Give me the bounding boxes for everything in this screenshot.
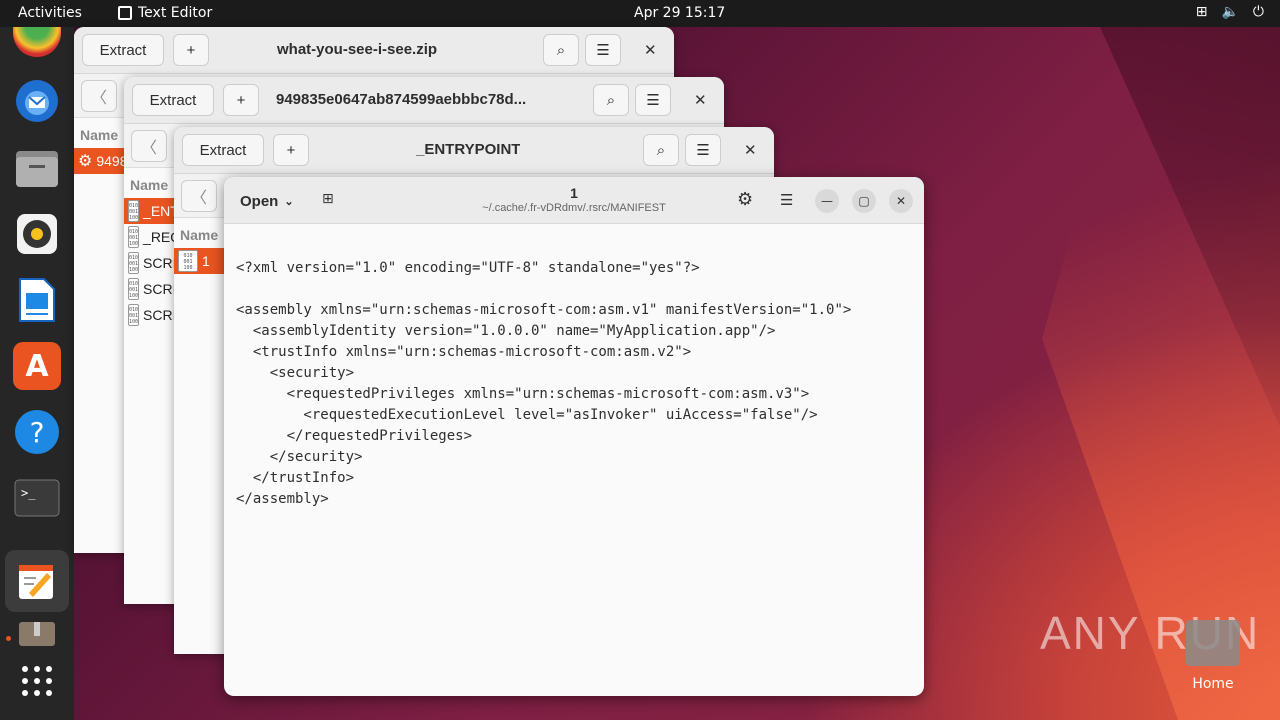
file-name: 1 [202,253,210,269]
list-item[interactable]: 010001100 SCRIPT [124,302,176,328]
menu-icon[interactable]: ☰ [635,84,671,116]
binary-file-icon: 010 001 100 [128,278,140,300]
settings-icon[interactable]: ⚙ [737,189,753,210]
terminal-icon[interactable]: >_ [13,474,61,522]
close-icon[interactable]: ✕ [889,189,913,213]
code-line: <?xml version="1.0" encoding="UTF-8" sta… [236,260,700,276]
text-area[interactable]: <?xml version="1.0" encoding="UTF-8" sta… [236,237,851,552]
column-name[interactable]: Name [80,127,118,143]
help-icon[interactable]: ? [13,408,61,456]
code-line: <requestedExecutionLevel level="asInvoke… [236,407,818,423]
file-name: SCRIPT [143,307,176,323]
code-line: </requestedPrivileges> [236,428,473,444]
app-name: Text Editor [138,5,213,21]
extract-button[interactable]: Extract [82,34,164,66]
add-button[interactable]: + [173,34,209,66]
binary-file-icon: 010 001 100 [128,200,140,222]
files-icon[interactable] [13,144,61,192]
thunderbird-icon[interactable] [13,77,61,125]
file-name: SCRIPT [143,281,176,297]
code-line: <requestedPrivileges xmlns="urn:schemas-… [236,386,810,402]
activities-button[interactable]: Activities [18,5,82,21]
gear-icon: ⚙ [78,153,93,170]
header-bar: Extract + what-you-see-i-see.zip ⌕ ☰ ✕ [74,27,674,74]
binary-file-icon: 010 001 100 [128,226,140,248]
binary-file-icon: 010 001 100 [128,304,140,326]
code-line: </assembly> [236,491,329,507]
file-name: _ENTRYPOINT [143,203,176,219]
close-icon[interactable]: ✕ [694,91,707,109]
home-label: Home [1192,676,1234,692]
rhythmbox-icon[interactable] [13,210,61,258]
power-icon: ⏻ [1252,4,1264,20]
menu-icon[interactable]: ☰ [585,34,621,66]
top-bar: Activities Text Editor Apr 29 15:17 ⊞ 🔈 … [0,0,1280,27]
volume-icon: 🔈 [1221,4,1239,20]
header-bar: Extract + _ENTRYPOINT ⌕ ☰ ✕ [174,127,774,174]
code-line: </trustInfo> [236,470,355,486]
app-center-icon[interactable]: A [13,342,61,390]
search-icon[interactable]: ⌕ [643,134,679,166]
dock: A ? >_ [0,27,74,720]
column-name[interactable]: Name [180,227,218,243]
clock[interactable]: Apr 29 15:17 [634,5,725,21]
list-item[interactable]: 010001100 SCRIPT [124,276,176,302]
desktop-home-folder[interactable]: Home [1184,620,1242,700]
archive-manager-icon[interactable] [13,617,61,647]
svg-text:>_: >_ [21,486,36,500]
maximize-icon[interactable]: ▢ [852,189,876,213]
text-editor-dock-icon[interactable] [5,550,69,612]
code-line: </security> [236,449,363,465]
app-menu[interactable]: Text Editor [118,5,212,21]
extract-button[interactable]: Extract [182,134,264,166]
menu-icon[interactable]: ☰ [780,191,793,209]
svg-text:?: ? [30,416,45,449]
list-item[interactable]: 010001100 _REQUEST [124,224,176,250]
window-title: what-you-see-i-see.zip [277,41,438,58]
file-name: _REQUEST [143,229,176,245]
window-title: _ENTRYPOINT [416,141,521,158]
back-icon[interactable]: 〈 [81,80,117,112]
network-icon: ⊞ [1195,4,1208,20]
code-line: <assemblyIdentity version="1.0.0.0" name… [236,323,776,339]
text-editor-icon [118,6,132,20]
menu-icon[interactable]: ☰ [685,134,721,166]
binary-file-icon: 010 001 100 [178,250,198,272]
show-apps-icon[interactable] [13,657,61,705]
window-title: 949835e0647ab874599aebbbc78d... [276,91,527,108]
search-icon[interactable]: ⌕ [543,34,579,66]
home-folder-icon [1186,620,1240,666]
back-icon[interactable]: 〈 [181,180,217,212]
list-item[interactable]: 010001100 _ENTRYPOINT [124,198,176,224]
file-name: SCRIPT [143,255,176,271]
writer-icon[interactable] [13,276,61,324]
code-line: <trustInfo xmlns="urn:schemas-microsoft-… [236,344,692,360]
column-name[interactable]: Name [130,177,168,193]
extract-button[interactable]: Extract [132,84,214,116]
code-line: <assembly xmlns="urn:schemas-microsoft-c… [236,302,852,318]
close-icon[interactable]: ✕ [744,141,757,159]
header-bar: Open ⌄ ⊞ 1 ~/.cache/.fr-vDRdmv/.rsrc/MAN… [224,177,924,224]
header-bar: Extract + 949835e0647ab874599aebbbc78d..… [124,77,724,124]
binary-file-icon: 010 001 100 [128,252,140,274]
chrome-icon[interactable] [13,27,61,57]
list-item[interactable]: 010 001 100 1 [174,248,226,274]
code-line: <security> [236,365,355,381]
add-button[interactable]: + [273,134,309,166]
list-item[interactable]: 010001100 SCRIPT [124,250,176,276]
close-icon[interactable]: ✕ [644,41,657,59]
back-icon[interactable]: 〈 [131,130,167,162]
add-button[interactable]: + [223,84,259,116]
text-editor-window: Open ⌄ ⊞ 1 ~/.cache/.fr-vDRdmv/.rsrc/MAN… [224,177,924,696]
minimize-icon[interactable]: — [815,189,839,213]
system-tray[interactable]: ⊞ 🔈 ⏻ [1196,4,1264,20]
search-icon[interactable]: ⌕ [593,84,629,116]
running-indicator [6,636,11,641]
